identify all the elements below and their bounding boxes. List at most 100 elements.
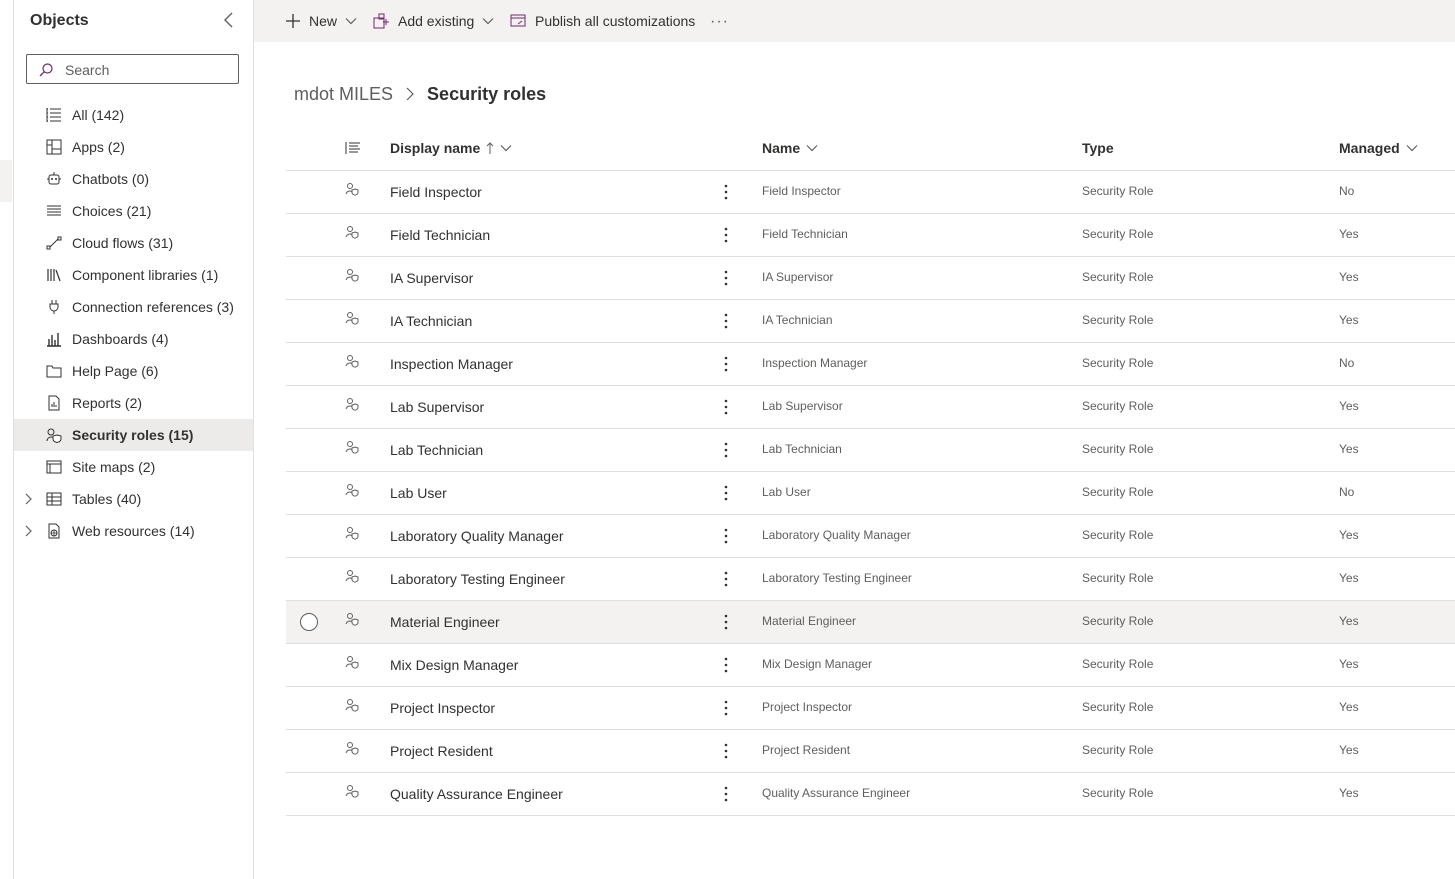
row-display-name[interactable]: IA Supervisor (390, 270, 473, 286)
nav-item-label: Choices (21) (72, 203, 152, 219)
row-managed: Yes (1339, 227, 1359, 241)
nav-item-choices[interactable]: Choices (21) (14, 195, 253, 227)
more-vertical-icon[interactable] (722, 355, 730, 373)
more-vertical-icon[interactable] (722, 226, 730, 244)
chevron-right-icon[interactable] (22, 493, 34, 505)
nav-item-reports[interactable]: Reports (2) (14, 387, 253, 419)
nav-item-component-libraries[interactable]: Component libraries (1) (14, 259, 253, 291)
table-row[interactable]: Laboratory Quality Manager Laboratory Qua… (286, 515, 1455, 558)
nav-item-label: Apps (2) (72, 139, 125, 155)
search-input[interactable] (63, 60, 237, 80)
row-display-name[interactable]: Project Inspector (390, 700, 495, 716)
table-row[interactable]: Field Technician Field Technician Security… (286, 214, 1455, 257)
table-row[interactable]: Project Resident Project Resident Security… (286, 730, 1455, 773)
more-vertical-icon[interactable] (722, 527, 730, 545)
row-display-name[interactable]: Quality Assurance Engineer (390, 786, 563, 802)
publish-icon (510, 14, 526, 27)
nav-item-dashboards[interactable]: Dashboards (4) (14, 323, 253, 355)
row-managed: No (1339, 356, 1355, 370)
row-display-name[interactable]: Lab User (390, 485, 447, 501)
row-name: IA Technician (762, 313, 833, 327)
more-vertical-icon[interactable] (722, 699, 730, 717)
row-type: Security Role (1082, 313, 1154, 327)
security-role-icon (345, 613, 359, 626)
more-vertical-icon[interactable] (722, 398, 730, 416)
nav-item-help-page[interactable]: Help Page (6) (14, 355, 253, 387)
security-roles-grid: Display name Name Type Managed Field Ins… (286, 128, 1455, 816)
new-button[interactable]: New (285, 0, 357, 42)
nav-item-tables[interactable]: Tables (40) (14, 483, 253, 515)
row-display-name[interactable]: Mix Design Manager (390, 657, 518, 673)
row-managed: Yes (1339, 786, 1359, 800)
nav-item-web-resources[interactable]: Web resources (14) (14, 515, 253, 547)
objects-sidebar: Objects All (142) Apps (2) Chatbots (0) … (14, 0, 254, 879)
more-vertical-icon[interactable] (722, 441, 730, 459)
add-existing-button[interactable]: Add existing (373, 0, 494, 42)
nav-item-connection-references[interactable]: Connection references (3) (14, 291, 253, 323)
nav-item-label: All (142) (72, 107, 125, 123)
collapse-sidebar-button[interactable] (219, 10, 239, 30)
breadcrumb-solution[interactable]: mdot MILES (294, 84, 393, 105)
row-display-name[interactable]: Lab Supervisor (390, 399, 484, 415)
more-vertical-icon[interactable] (722, 785, 730, 803)
chevron-right-icon[interactable] (22, 525, 34, 537)
table-row[interactable]: Lab User Lab User Security Role No (286, 472, 1455, 515)
row-display-name[interactable]: Field Technician (390, 227, 490, 243)
flow-icon (46, 236, 62, 250)
row-managed: Yes (1339, 528, 1359, 542)
row-display-name[interactable]: Inspection Manager (390, 356, 513, 372)
row-name: IA Supervisor (762, 270, 834, 284)
more-vertical-icon[interactable] (722, 183, 730, 201)
column-header-managed[interactable]: Managed (1339, 140, 1418, 156)
more-vertical-icon[interactable] (722, 269, 730, 287)
column-options-icon[interactable] (345, 141, 361, 155)
more-vertical-icon[interactable] (722, 742, 730, 760)
row-name: Material Engineer (762, 614, 857, 628)
more-vertical-icon[interactable] (722, 656, 730, 674)
search-box[interactable] (26, 54, 239, 84)
table-row[interactable]: IA Technician IA Technician Security Role Y… (286, 300, 1455, 343)
more-commands-button[interactable]: ··· (710, 13, 729, 31)
table-row[interactable]: Field Inspector Field Inspector Security R… (286, 171, 1455, 214)
table-row[interactable]: Material Engineer Material Engineer Securi… (286, 601, 1455, 644)
table-row[interactable]: Project Inspector Project Inspector Securi… (286, 687, 1455, 730)
nav-item-apps[interactable]: Apps (2) (14, 131, 253, 163)
more-vertical-icon[interactable] (722, 613, 730, 631)
row-name: Field Technician (762, 227, 848, 241)
table-row[interactable]: Laboratory Testing Engineer Laboratory Te… (286, 558, 1455, 601)
row-display-name[interactable]: Material Engineer (390, 614, 500, 630)
table-row[interactable]: IA Supervisor IA Supervisor Security Role Y… (286, 257, 1455, 300)
more-vertical-icon[interactable] (722, 312, 730, 330)
row-display-name[interactable]: Laboratory Testing Engineer (390, 571, 565, 587)
column-header-display-name[interactable]: Display name (390, 140, 512, 156)
plug-icon (49, 300, 59, 314)
nav-item-site-maps[interactable]: Site maps (2) (14, 451, 253, 483)
row-type: Security Role (1082, 571, 1154, 585)
nav-item-chatbots[interactable]: Chatbots (0) (14, 163, 253, 195)
row-name: Lab Technician (762, 442, 842, 456)
row-display-name[interactable]: Laboratory Quality Manager (390, 528, 564, 544)
nav-item-security-roles[interactable]: Security roles (15) (14, 419, 253, 451)
security-role-icon (345, 570, 359, 583)
table-row[interactable]: Quality Assurance Engineer Quality Assura… (286, 773, 1455, 816)
nav-item-cloud-flows[interactable]: Cloud flows (31) (14, 227, 253, 259)
row-display-name[interactable]: Lab Technician (390, 442, 483, 458)
table-row[interactable]: Inspection Manager Inspection Manager Secu… (286, 343, 1455, 386)
row-display-name[interactable]: Project Resident (390, 743, 493, 759)
left-strip-marker (0, 160, 12, 202)
library-icon (47, 269, 61, 282)
row-display-name[interactable]: IA Technician (390, 313, 472, 329)
more-vertical-icon[interactable] (722, 570, 730, 588)
table-row[interactable]: Mix Design Manager Mix Design Manager Secu… (286, 644, 1455, 687)
table-row[interactable]: Lab Supervisor Lab Supervisor Security Rol… (286, 386, 1455, 429)
row-select-checkbox[interactable] (300, 613, 318, 631)
row-display-name[interactable]: Field Inspector (390, 184, 482, 200)
more-vertical-icon[interactable] (722, 484, 730, 502)
nav-item-all[interactable]: All (142) (14, 99, 253, 131)
nav-item-label: Cloud flows (31) (72, 235, 174, 251)
column-header-name[interactable]: Name (762, 140, 818, 156)
publish-all-button[interactable]: Publish all customizations (510, 0, 695, 42)
table-row[interactable]: Lab Technician Lab Technician Security Rol… (286, 429, 1455, 472)
row-name: Field Inspector (762, 184, 841, 198)
row-name: Project Inspector (762, 700, 853, 714)
